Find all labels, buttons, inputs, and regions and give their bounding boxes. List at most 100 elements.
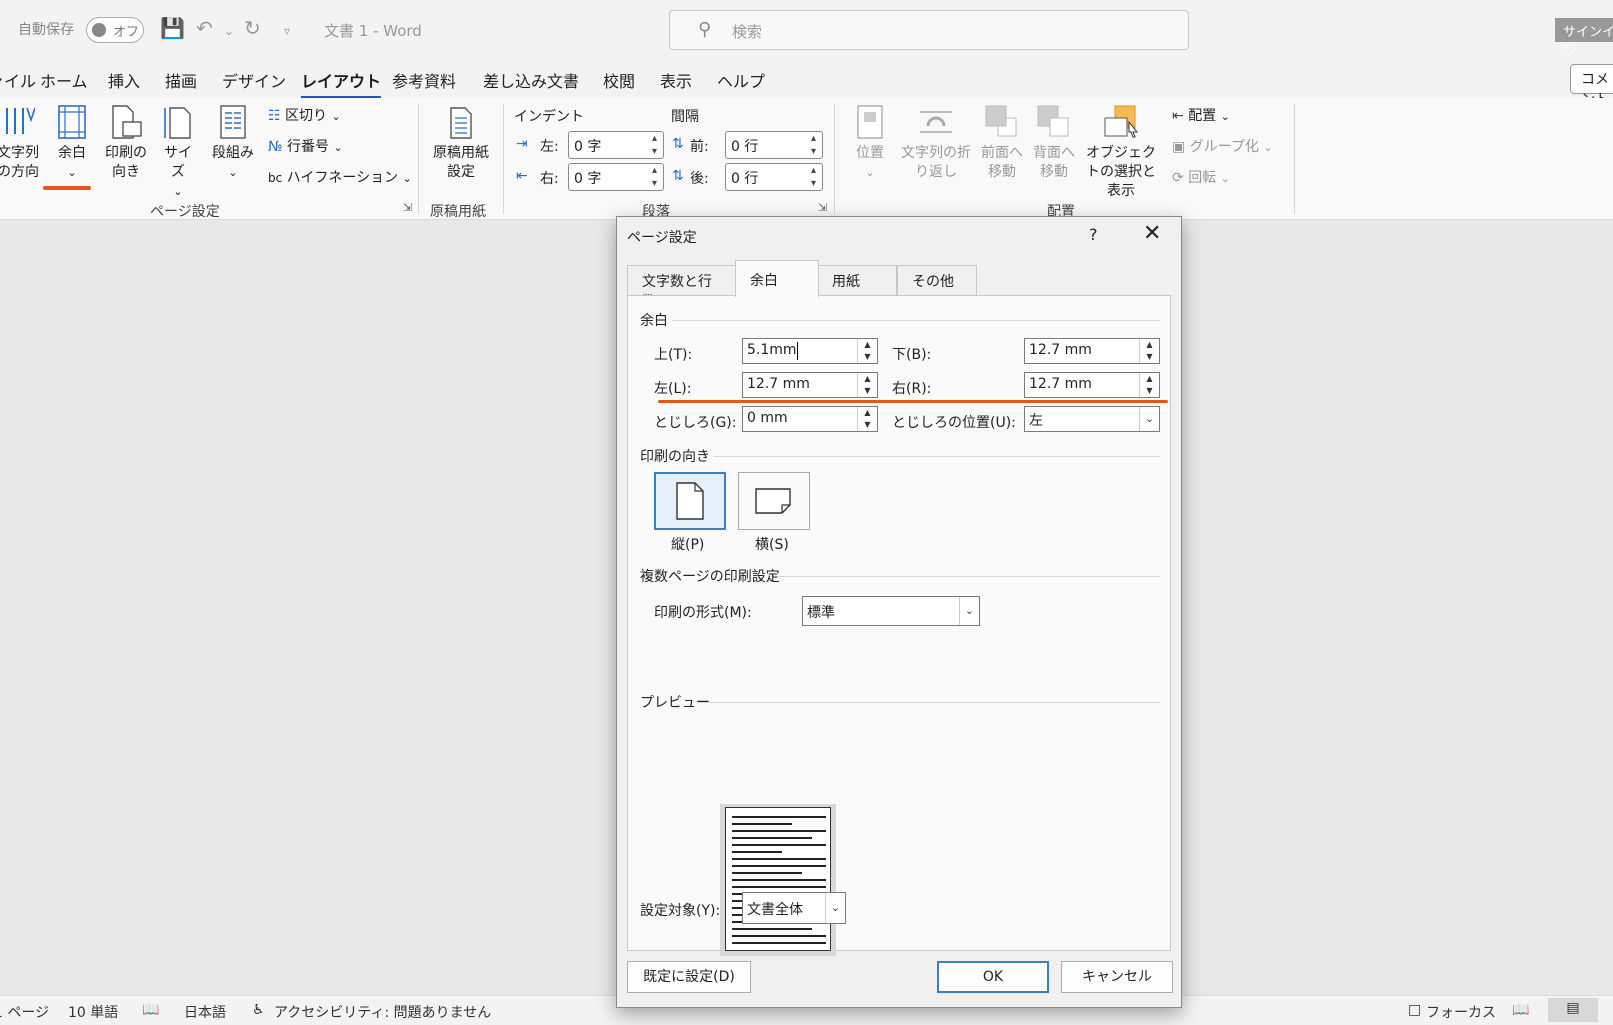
ribbon-separator [834,104,835,214]
ok-button[interactable]: OK [937,961,1049,993]
gutter-position-select[interactable]: 左 ⌄ [1024,406,1160,432]
title-bar: 自動保存 オフ 💾 ↶ ⌄ ↻ ▿ 文書 1 - Word ⚲ 検索 サインイン [0,0,1613,59]
page-setup-launcher-icon[interactable]: ⇲ [403,201,412,214]
margins-icon [58,105,86,139]
margins-label: 余白 [58,145,86,161]
set-default-button[interactable]: 既定に設定(D) [627,961,751,993]
print-layout-icon[interactable]: ▤ [1548,998,1598,1022]
autosave-label: 自動保存 [18,22,74,38]
spacing-before-input[interactable]: 0 行 ▴ ▾ [725,131,823,159]
cancel-button[interactable]: キャンセル [1061,961,1173,993]
genko-settings-button[interactable]: 原稿用紙 設定 [428,106,494,182]
tab-margins[interactable]: 余白 [735,260,819,297]
line-numbers-button[interactable]: № 行番号 ⌄ [268,136,343,156]
apply-to-label: 設定対象(Y): [640,903,721,919]
top-margin-input[interactable]: 5.1mm ▲ ▼ [742,338,878,364]
tab-help[interactable]: ヘルプ [717,68,765,92]
undo-icon[interactable]: ↶ [196,16,213,40]
customize-qat-icon[interactable]: ▿ [284,24,290,38]
breaks-button[interactable]: ☷ 区切り ⌄ [268,105,341,125]
rotate-icon: ⟳ [1172,170,1184,186]
search-box[interactable]: ⚲ 検索 [669,10,1189,50]
bottom-margin-input[interactable]: 12.7 mm ▲ ▼ [1024,338,1160,364]
spacing-before-icon: ⇅ [672,136,684,152]
indent-left-label: 左: [540,139,559,155]
tab-layout[interactable]: レイアウト [301,68,382,99]
search-placeholder: 検索 [732,23,763,41]
columns-button[interactable]: 段組み ⌄ [210,104,256,182]
comment-button[interactable]: コメント [1570,64,1613,108]
wrap-text-button[interactable]: 文字列の折り返し [898,104,974,182]
indent-left-input[interactable]: 0 字 ▴ ▾ [568,131,664,159]
tab-mailings[interactable]: 差し込み文書 [483,68,579,92]
left-margin-input[interactable]: 12.7 mm ▲ ▼ [742,372,878,398]
landscape-option[interactable] [738,472,810,530]
position-button[interactable]: 位置 ⌄ [848,104,892,182]
tab-home[interactable]: ホーム [40,68,88,92]
tab-draw[interactable]: 描画 [165,68,197,92]
right-margin-label: 右(R): [892,381,932,397]
spacing-heading: 間隔 [671,109,699,125]
close-icon[interactable]: ✕ [1143,221,1161,246]
proofing-icon[interactable]: 📖 [142,1002,159,1018]
rotate-label: 回転 [1188,170,1217,186]
section-divider [714,456,1160,457]
tab-view[interactable]: 表示 [660,68,692,92]
tab-file[interactable]: ファイル [0,68,36,92]
align-button[interactable]: ⇤ 配置 ⌄ [1172,105,1230,125]
tab-references[interactable]: 参考資料 [392,68,456,92]
tab-review[interactable]: 校閲 [603,68,635,92]
toggle-knob [92,23,106,37]
orientation-label: 印刷の向き [105,145,147,180]
send-backward-button[interactable]: 背面へ移動 [1030,104,1078,182]
group-button[interactable]: ▣ グループ化 ⌄ [1172,136,1273,156]
text-direction-button[interactable]: 文字列の方向 [0,104,44,182]
word-count[interactable]: 10 単語 [68,1002,118,1022]
gutter-input[interactable]: 0 mm ▲ ▼ [742,406,878,432]
read-mode-icon[interactable]: 📖 [1512,1002,1529,1018]
orientation-icon [112,105,142,139]
signin-button[interactable]: サインイン [1555,18,1613,59]
margins-highlight [43,186,91,190]
language[interactable]: 日本語 [184,1002,226,1022]
dialog-title: ページ設定 [627,230,697,246]
send-backward-icon [1037,105,1069,137]
undo-dropdown-icon[interactable]: ⌄ [224,24,234,38]
tab-paper[interactable]: 用紙 [817,265,897,295]
print-format-select[interactable]: 標準 ⌄ [802,596,980,626]
size-button[interactable]: サイズ ⌄ [158,104,198,201]
margins-button[interactable]: 余白 ⌄ [52,104,92,182]
portrait-option[interactable] [654,472,726,530]
size-label: サイズ [164,145,192,180]
spacing-after-input[interactable]: 0 行 ▴ ▾ [725,163,823,191]
hyphenation-button[interactable]: bc ハイフネーション ⌄ [268,167,412,187]
help-icon[interactable]: ? [1089,225,1098,244]
focus-mode[interactable]: フォーカス [1426,1002,1496,1022]
ribbon-separator [1294,104,1295,214]
tab-other[interactable]: その他 [897,265,977,295]
redo-icon[interactable]: ↻ [244,16,261,40]
tab-insert[interactable]: 挿入 [108,68,140,92]
selection-pane-button[interactable]: オブジェクトの選択と表示 [1082,104,1160,201]
accessibility-status[interactable]: アクセシビリティ: 問題ありません [274,1002,491,1022]
portrait-label: 縦(P) [671,537,705,553]
tab-characters-lines[interactable]: 文字数と行数 [627,265,737,310]
indent-right-input[interactable]: 0 字 ▴ ▾ [568,163,664,191]
save-icon[interactable]: 💾 [160,16,185,40]
align-label: 配置 [1188,108,1217,124]
indent-heading: インデント [514,109,584,125]
tab-design[interactable]: デザイン [222,68,286,92]
spacing-after-icon: ⇅ [672,168,684,184]
orientation-button[interactable]: 印刷の向き [102,104,150,182]
landscape-page-icon [755,488,791,514]
ribbon-separator [503,104,504,214]
bring-forward-button[interactable]: 前面へ移動 [978,104,1026,182]
breaks-label: 区切り [285,108,328,124]
autosave-toggle[interactable]: オフ [86,17,144,43]
rotate-button[interactable]: ⟳ 回転 ⌄ [1172,167,1230,187]
right-margin-input[interactable]: 12.7 mm ▲ ▼ [1024,372,1160,398]
apply-to-select[interactable]: 文書全体 ⌄ [742,892,846,924]
paragraph-launcher-icon[interactable]: ⇲ [818,201,827,214]
indent-left-icon: ⇥ [516,136,528,152]
page-count[interactable]: 1 ページ [0,1002,49,1022]
